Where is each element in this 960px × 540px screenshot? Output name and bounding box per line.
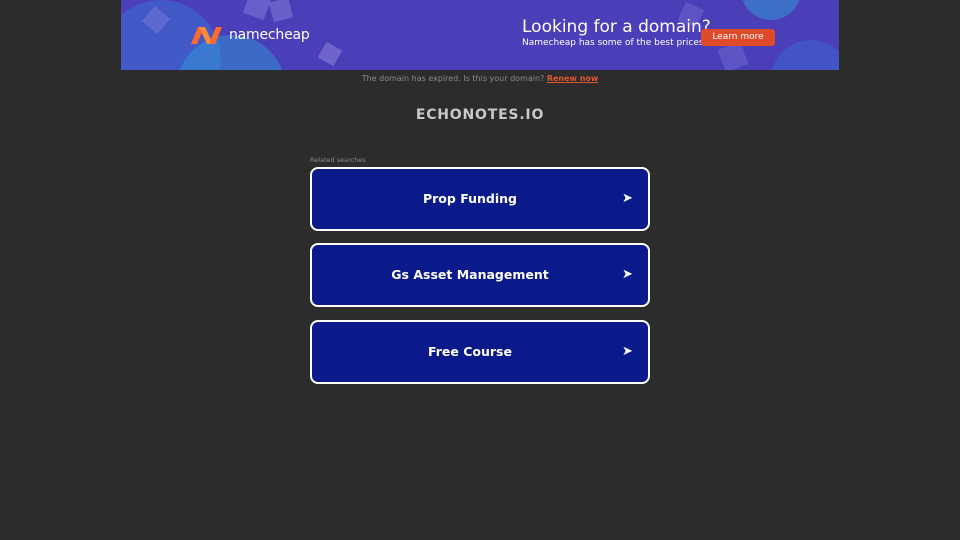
namecheap-logo-icon (191, 27, 222, 44)
related-search-label: Prop Funding (422, 191, 517, 206)
arrow-right-icon: ➤ (622, 191, 633, 206)
learn-more-button[interactable]: Learn more (701, 29, 775, 46)
ad-subtitle: Namecheap has some of the best prices. (522, 38, 707, 48)
expired-text: The domain has expired. Is this your dom… (361, 74, 545, 83)
namecheap-ad-banner[interactable]: namecheap Looking for a domain? Namechea… (121, 0, 839, 70)
related-searches-heading: Related searches (310, 156, 366, 164)
related-search-label: Gs Asset Management (391, 267, 549, 282)
expired-notice: The domain has expired. Is this your dom… (0, 74, 960, 83)
renew-now-link[interactable]: Renew now (547, 74, 598, 83)
ad-title: Looking for a domain? (522, 17, 711, 37)
arrow-right-icon: ➤ (622, 267, 633, 282)
domain-title: ECHONOTES.IO (415, 107, 545, 123)
related-search-prop-funding[interactable]: Prop Funding ➤ (310, 167, 650, 231)
related-search-label: Free Course (428, 344, 512, 359)
related-search-free-course[interactable]: Free Course ➤ (310, 320, 650, 384)
related-search-gs-asset-management[interactable]: Gs Asset Management ➤ (310, 243, 650, 307)
namecheap-wordmark: namecheap (229, 27, 310, 43)
arrow-right-icon: ➤ (622, 344, 633, 359)
